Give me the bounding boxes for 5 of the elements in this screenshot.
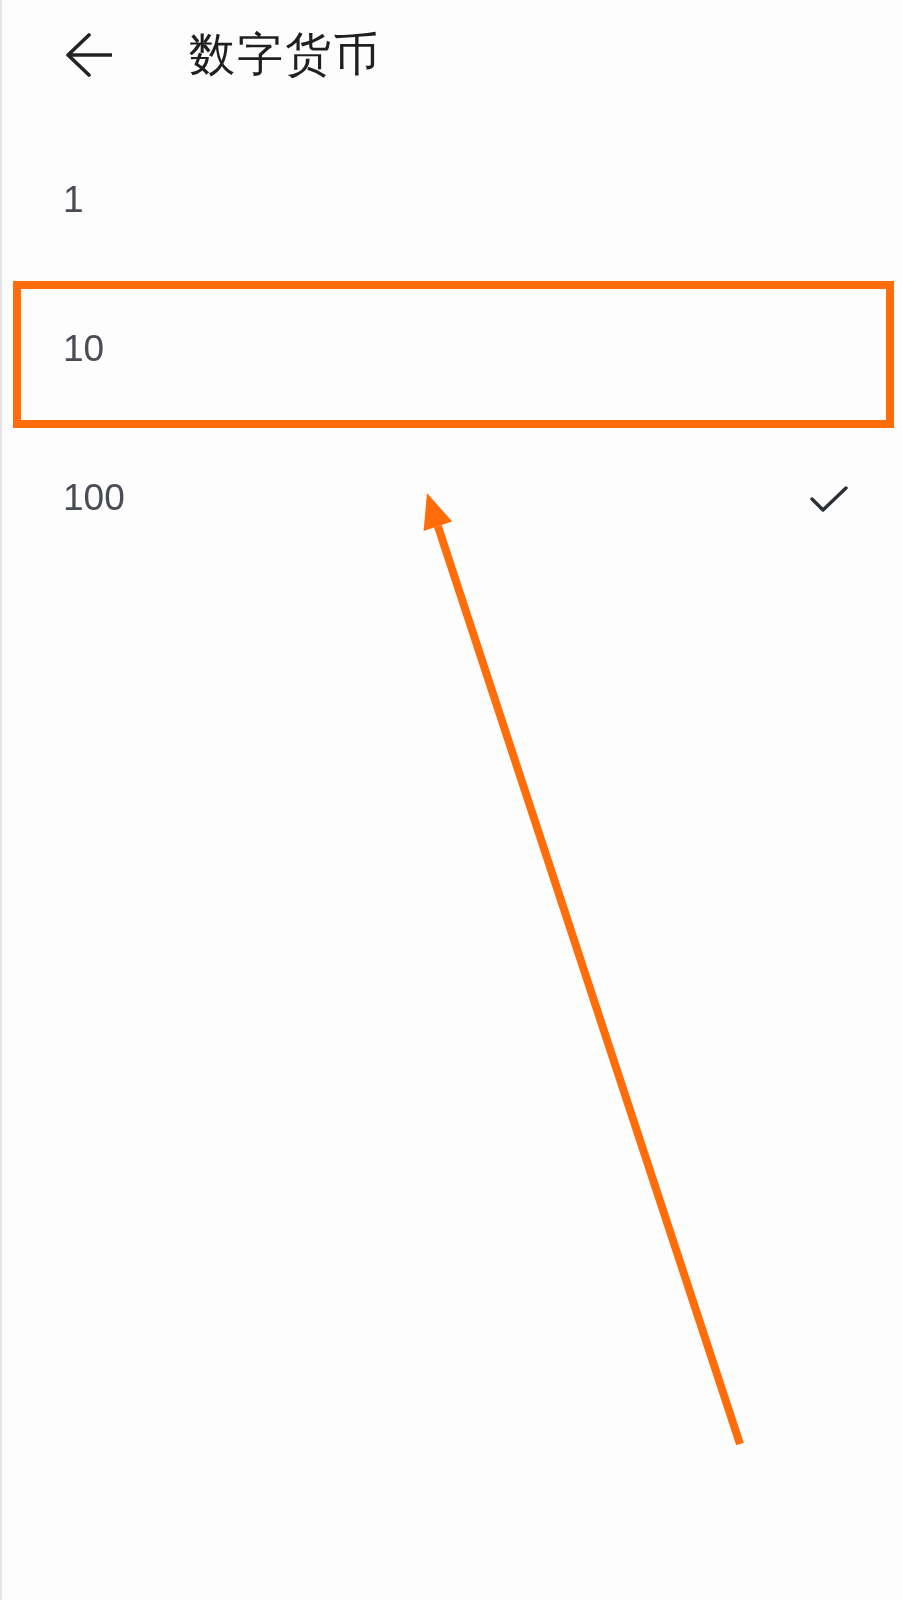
option-item[interactable]: 10 xyxy=(2,275,902,424)
option-item[interactable]: 100 xyxy=(2,424,902,573)
option-item[interactable]: 1 xyxy=(2,126,902,275)
page-title: 数字货币 xyxy=(189,27,381,83)
back-arrow-icon xyxy=(66,33,112,77)
